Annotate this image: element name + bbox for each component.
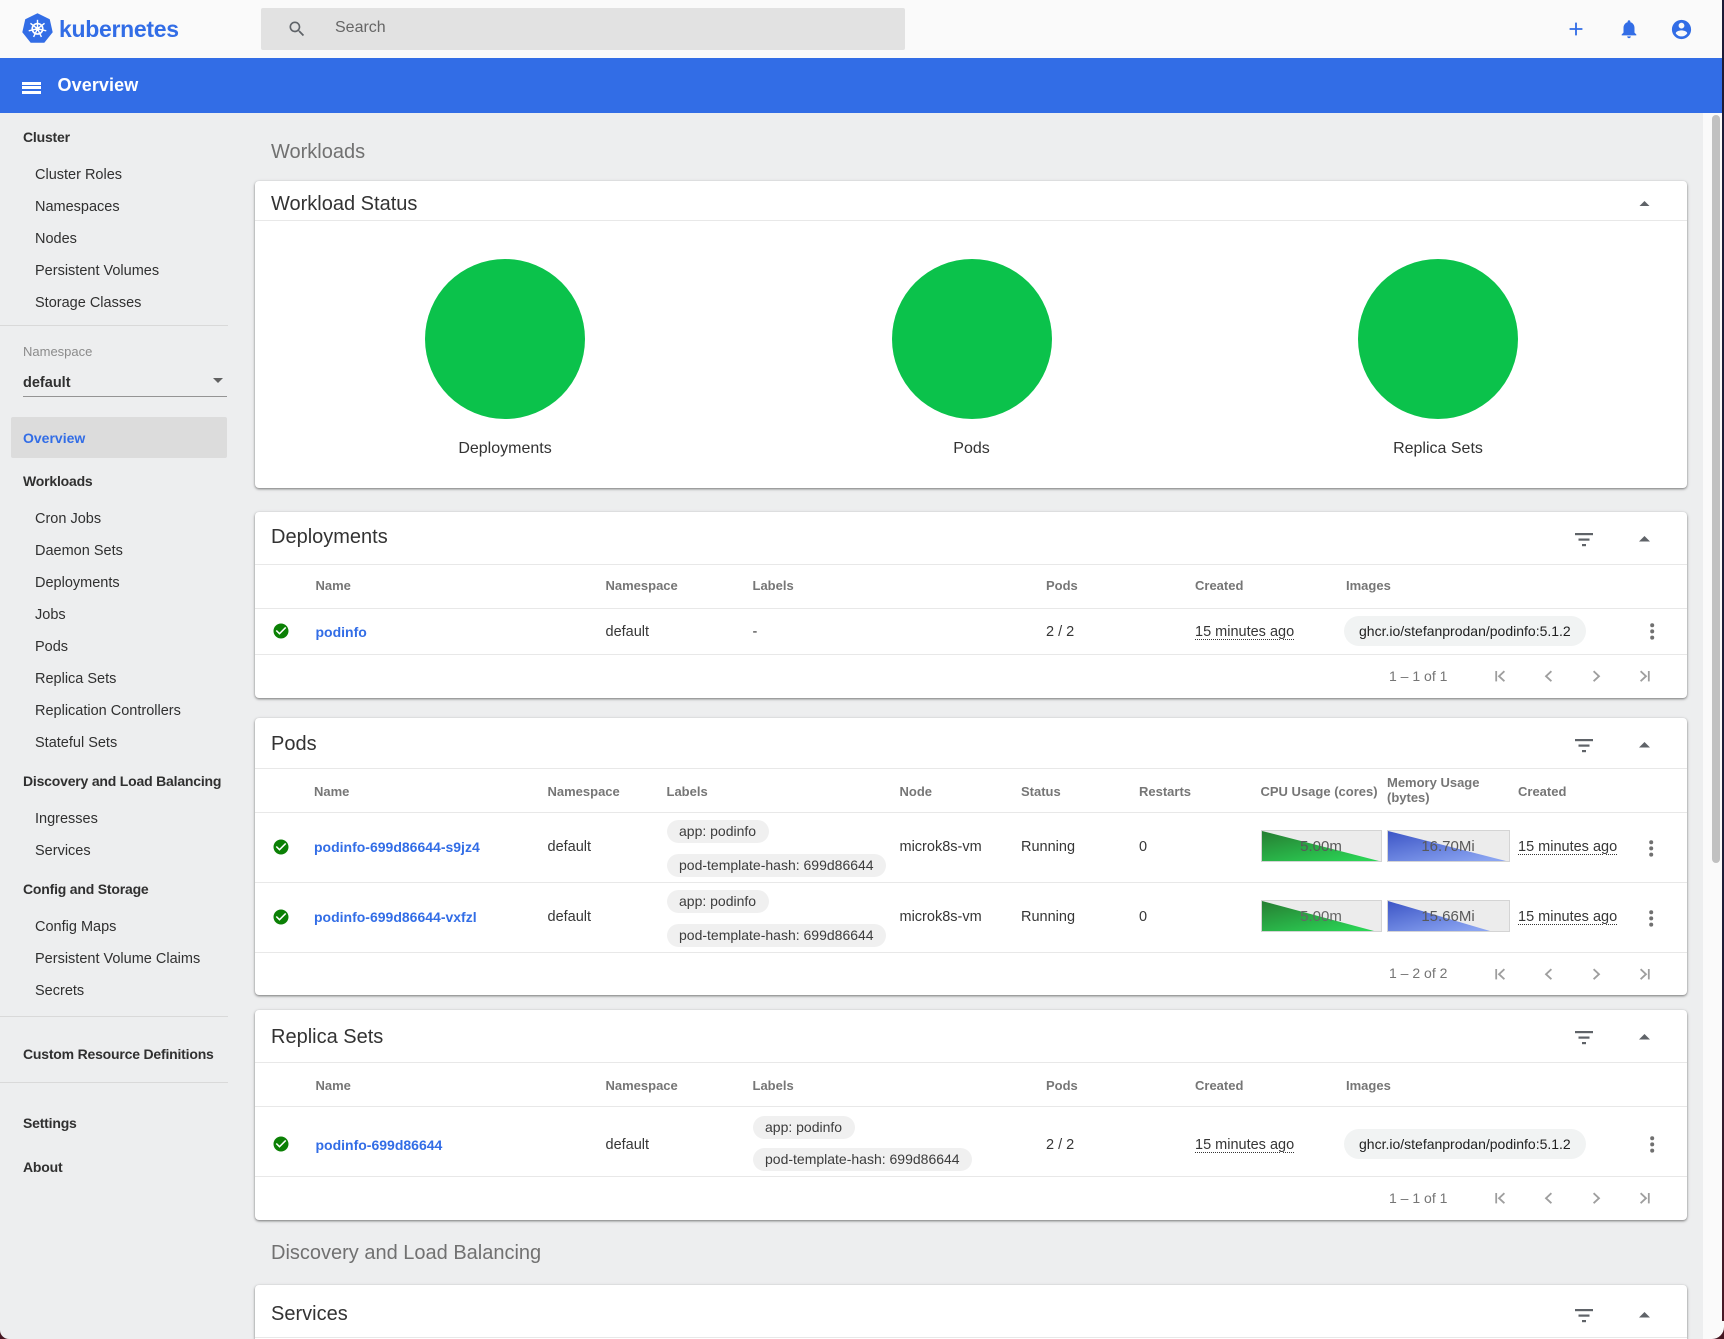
svg-text:5.00m: 5.00m [1300,908,1342,925]
svg-text:16.70Mi: 16.70Mi [1421,838,1474,855]
svg-text:5.00m: 5.00m [1300,838,1342,855]
svg-text:15.66Mi: 15.66Mi [1421,908,1474,925]
